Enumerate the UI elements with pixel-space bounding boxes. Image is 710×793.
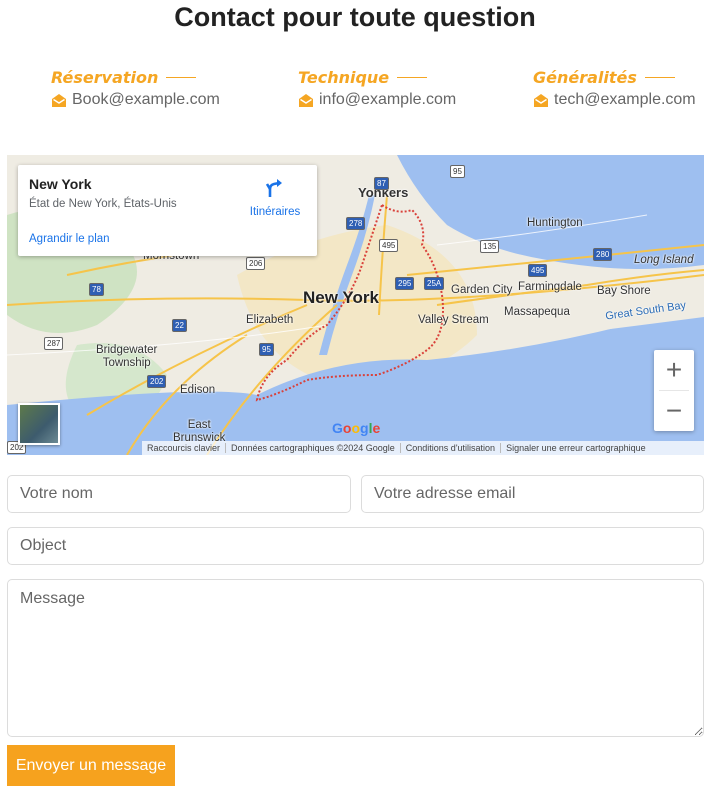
- contact-email[interactable]: Book@example.com: [51, 91, 220, 109]
- contact-reservation: Réservation Book@example.com: [51, 68, 220, 109]
- page-title: Contact pour toute question: [174, 2, 536, 32]
- send-message-button[interactable]: Envoyer un message: [7, 745, 175, 786]
- keyboard-shortcuts-link[interactable]: Raccourcis clavier: [142, 443, 227, 453]
- route-shield: 25A: [424, 277, 445, 290]
- contact-heading: Généralités: [533, 68, 696, 87]
- contact-generalites: Généralités tech@example.com: [533, 68, 696, 109]
- map-label-new-york: New York: [303, 288, 379, 307]
- map-label-massapequa: Massapequa: [504, 306, 570, 318]
- route-shield: 135: [480, 240, 500, 253]
- envelope-icon: [52, 93, 66, 107]
- terms-link[interactable]: Conditions d'utilisation: [401, 443, 502, 453]
- satellite-toggle[interactable]: [18, 403, 60, 445]
- map-label-bay-shore: Bay Shore: [597, 285, 651, 297]
- message-textarea[interactable]: [7, 579, 704, 737]
- route-shield: 280: [593, 248, 613, 261]
- map-place-card: New York État de New York, États-Unis Ag…: [18, 165, 317, 256]
- map-label-valley-stream: Valley Stream: [418, 314, 489, 326]
- contact-email[interactable]: tech@example.com: [533, 91, 696, 109]
- route-shield: 278: [346, 217, 366, 230]
- zoom-out-button[interactable]: −: [654, 391, 694, 431]
- route-shield: 87: [374, 177, 389, 190]
- zoom-in-button[interactable]: +: [654, 350, 694, 390]
- envelope-icon: [299, 93, 313, 107]
- directions-button[interactable]: Itinéraires: [245, 177, 305, 218]
- route-shield: 495: [528, 264, 548, 277]
- route-shield: 202: [147, 375, 167, 388]
- map-label-huntington: Huntington: [527, 217, 583, 229]
- route-shield: 78: [89, 283, 104, 296]
- map-label-farmingdale: Farmingdale: [518, 281, 582, 293]
- route-shield: 495: [379, 239, 399, 252]
- route-shield: 22: [172, 319, 187, 332]
- enlarge-map-link[interactable]: Agrandir le plan: [29, 233, 110, 245]
- route-shield: 95: [450, 165, 465, 178]
- contact-heading: Réservation: [51, 68, 220, 87]
- name-input[interactable]: [7, 475, 351, 513]
- email-input[interactable]: [361, 475, 704, 513]
- directions-label: Itinéraires: [249, 206, 301, 218]
- route-shield: 295: [395, 277, 415, 290]
- map-label-bridgewater: Bridgewater Township: [96, 344, 158, 369]
- map-attribution: Raccourcis clavier Données cartographiqu…: [142, 441, 704, 455]
- route-shield: 206: [246, 257, 266, 270]
- map-label-long-island: Long Island: [634, 254, 694, 266]
- map-data-credit: Données cartographiques ©2024 Google: [226, 443, 401, 453]
- map-label-edison: Edison: [180, 384, 216, 396]
- google-logo: Google: [332, 420, 381, 436]
- map-label-garden-city: Garden City: [451, 284, 513, 296]
- object-input[interactable]: [7, 527, 704, 565]
- place-name: New York: [29, 176, 92, 192]
- place-subtitle: État de New York, États-Unis: [29, 198, 177, 210]
- contact-email[interactable]: info@example.com: [298, 91, 456, 109]
- embedded-map[interactable]: Yonkers Huntington Long Island New York …: [7, 155, 704, 455]
- zoom-controls: + −: [654, 350, 694, 431]
- contact-heading: Technique: [298, 68, 456, 87]
- report-error-link[interactable]: Signaler une erreur cartographique: [501, 443, 651, 453]
- directions-icon: [265, 179, 282, 197]
- route-shield: 95: [259, 343, 274, 356]
- contact-technique: Technique info@example.com: [298, 68, 456, 109]
- map-label-elizabeth: Elizabeth: [246, 314, 294, 326]
- envelope-icon: [534, 93, 548, 107]
- route-shield: 287: [44, 337, 64, 350]
